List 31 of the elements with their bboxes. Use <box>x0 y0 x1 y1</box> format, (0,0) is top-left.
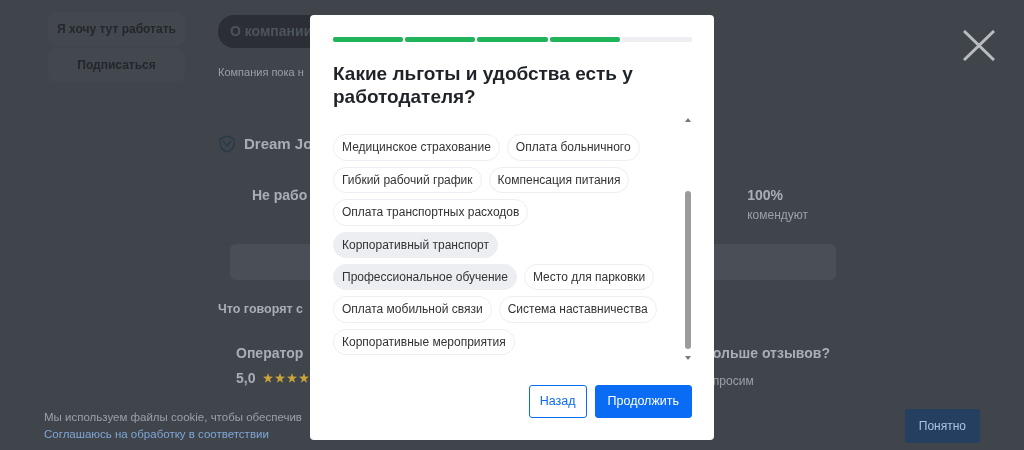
rating-value: 5,0 <box>236 368 256 388</box>
option-chip[interactable]: Система наставничества <box>498 296 657 323</box>
back-button[interactable]: Назад <box>528 385 587 418</box>
continue-button[interactable]: Продолжить <box>594 385 692 418</box>
dialog-title: Какие льготы и удобства есть у работодателя? <box>333 62 633 109</box>
option-chip[interactable]: Профессиональное обучение <box>333 263 517 291</box>
stat-value: 100% <box>747 186 783 205</box>
notice-text: Компания пока н <box>218 65 304 80</box>
section-heading: Что говорят с <box>218 301 303 318</box>
promo-text: просим <box>712 372 754 390</box>
option-chip[interactable]: Медицинское страхование <box>333 134 500 161</box>
option-chip[interactable]: Корпоративные мероприятия <box>333 328 515 356</box>
option-chip[interactable]: Оплата больничного <box>506 134 640 161</box>
stat-caption: комендуют <box>747 207 808 224</box>
star-icon <box>275 373 286 384</box>
star-icon <box>263 373 274 384</box>
option-chip[interactable]: Оплата мобильной связи <box>333 296 492 323</box>
cookie-link[interactable]: Соглашаюсь на обработку в соответствии <box>44 426 302 444</box>
accept-button[interactable]: Понятно <box>904 409 980 443</box>
option-chip[interactable]: Корпоративный транспорт <box>333 231 498 258</box>
star-icon <box>299 373 310 384</box>
star-icon <box>287 373 298 384</box>
review-title: Оператор <box>236 343 304 363</box>
option-chip[interactable]: Гибкий рабочий график <box>333 166 482 194</box>
close-icon[interactable] <box>963 30 995 61</box>
cookie-text: Мы используем файлы cookie, чтобы обеспечив <box>44 409 302 425</box>
promo-title: ольше отзывов? <box>712 343 830 363</box>
option-chip[interactable]: Компенсация питания <box>488 166 630 194</box>
option-chip[interactable]: Оплата транспортных расходов <box>333 199 529 226</box>
option-chip[interactable]: Место для парковки <box>524 263 655 291</box>
stat-label: Не рабо <box>252 186 308 205</box>
